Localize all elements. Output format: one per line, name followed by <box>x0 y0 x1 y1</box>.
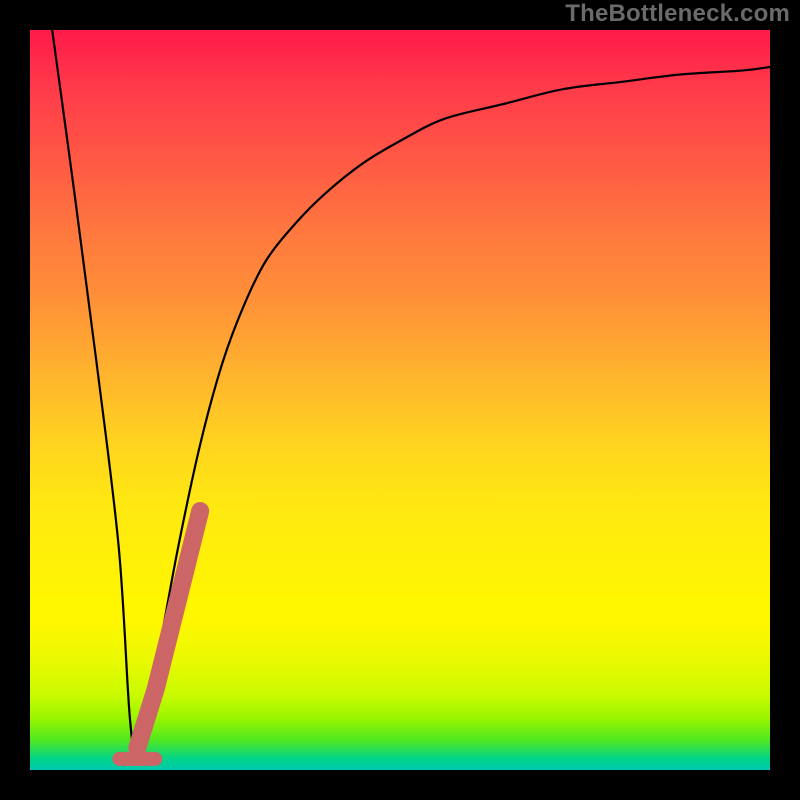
chart-svg <box>30 30 770 770</box>
attribution-text: TheBottleneck.com <box>565 0 790 28</box>
figure-canvas: TheBottleneck.com <box>0 0 800 800</box>
plot-area <box>30 30 770 770</box>
marker-segment <box>137 511 200 748</box>
